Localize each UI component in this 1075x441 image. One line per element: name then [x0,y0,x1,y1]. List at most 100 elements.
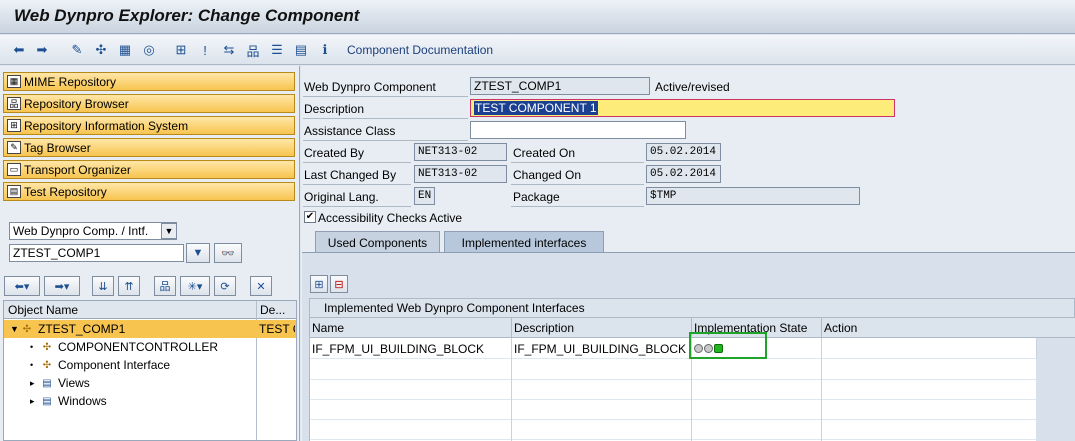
back-icon[interactable]: ⬅ [10,41,28,59]
highlight-box [689,332,767,359]
cell-interface-description: IF_FPM_UI_BUILDING_BLOCK [512,339,692,359]
created-on-value: 05.02.2014 [650,146,717,158]
row-line [310,419,1037,420]
next-object-button[interactable]: ➡▾ [44,276,80,296]
changed-on-value: 05.02.2014 [650,168,717,180]
chevron-down-icon[interactable]: ▼ [161,223,177,239]
tree-node-component[interactable]: ▼ ✣ ZTEST_COMP1 TEST C [4,320,296,338]
tree-node-component-interface[interactable]: • ✣ Component Interface [4,356,296,374]
hierarchy-up-button[interactable]: 品 [154,276,176,296]
tree-node-componentcontroller[interactable]: • ✣ COMPONENTCONTROLLER [4,338,296,356]
object-type-value: Web Dynpro Comp. / Intf. [13,224,149,238]
tree-node-label: Component Interface [58,358,171,372]
folder-icon: ▤ [42,377,52,389]
changed-on-field: 05.02.2014 [646,165,721,183]
nav-label: MIME Repository [24,74,117,89]
other-object-icon[interactable]: ⇆ [220,41,238,59]
info-system-icon: ⊞ [7,119,21,132]
col-name[interactable]: Name [310,318,512,338]
delete-interface-button[interactable]: ⊟ [330,275,348,293]
created-on-field: 05.02.2014 [646,143,721,161]
collapse-all-button[interactable]: ⇈ [118,276,140,296]
accessibility-label: Accessibility Checks Active [318,211,463,225]
tab-implemented-interfaces[interactable]: Implemented interfaces [444,231,604,253]
label-underline [303,206,411,207]
object-list-icon[interactable]: ▦ [116,41,134,59]
leaf-bullet: • [30,360,34,370]
last-changed-by-value: NET313-02 [418,168,478,180]
leaf-bullet: • [30,342,34,352]
add-interface-button[interactable]: ⊞ [310,275,328,293]
expand-all-button[interactable]: ⇊ [92,276,114,296]
nav-test-repository[interactable]: ▤ Test Repository [3,182,295,201]
window-icon[interactable]: ☰ [268,41,286,59]
accessibility-checkbox[interactable]: ✔ [304,211,316,223]
component-icon: ✣ [22,323,32,335]
nav-label: Test Repository [24,184,107,199]
previous-object-button[interactable]: ⬅▾ [4,276,40,296]
tree-node-label: COMPONENTCONTROLLER [58,340,219,354]
nav-tag-browser[interactable]: ✎ Tag Browser [3,138,295,157]
object-type-select[interactable]: Web Dynpro Comp. / Intf. [9,222,177,240]
nav-repository-info-system[interactable]: ⊞ Repository Information System [3,116,295,135]
enhance-icon[interactable]: ! [196,41,214,59]
cell-interface-name[interactable]: IF_FPM_UI_BUILDING_BLOCK [310,339,512,359]
tree-node-label: Views [58,376,90,390]
activate-icon[interactable]: ✣ [92,41,110,59]
nav-mime-repository[interactable]: ▦ MIME Repository [3,72,295,91]
component-label: Web Dynpro Component [304,80,436,94]
tree-node-views[interactable]: ▸ ▤ Views [4,374,296,392]
expand-toggle[interactable]: ▸ [30,378,40,389]
folder-icon: ▤ [42,395,52,407]
forward-icon[interactable]: ➡ [33,41,51,59]
last-changed-by-field: NET313-02 [414,165,507,183]
edit-icon[interactable]: ✎ [68,41,86,59]
expand-toggle[interactable]: ▼ [10,324,20,334]
object-name-input[interactable]: ZTEST_COMP1 [9,244,184,262]
transport-icon: ▭ [7,163,21,176]
cell-action[interactable] [822,339,1037,359]
row-line [310,399,1037,400]
last-changed-by-label: Last Changed By [304,168,397,182]
assistance-class-label: Assistance Class [304,124,396,138]
created-by-field: NET313-02 [414,143,507,161]
nav-label: Repository Information System [24,118,189,133]
browser-icon: 品 [7,97,21,110]
display-glasses-button[interactable]: 👓 [214,243,242,263]
component-field[interactable]: ZTEST_COMP1 [470,77,650,95]
label-underline [303,184,411,185]
display-navigation-icon[interactable]: ⊞ [172,41,190,59]
col-description: De... [260,303,286,317]
description-input[interactable]: TEST COMPONENT 1 [470,99,895,117]
package-label: Package [513,190,560,204]
close-icon[interactable]: ✕ [250,276,272,296]
component-documentation-button[interactable]: Component Documentation [347,43,493,57]
where-used-icon[interactable]: ◎ [140,41,158,59]
label-underline [511,162,644,163]
tree-node-label: ZTEST_COMP1 [38,322,126,336]
hierarchy-icon[interactable]: 品 [244,41,262,59]
tab-label: Used Components [327,235,428,250]
controller-icon: ✣ [42,341,52,353]
refresh-button[interactable]: ⟳ [214,276,236,296]
original-lang-label: Original Lang. [304,190,379,204]
assistance-class-input[interactable] [470,121,686,139]
original-lang-field: EN [414,187,435,205]
col-line [821,338,822,441]
context-menu-button[interactable]: ✳▾ [180,276,210,296]
row-line [310,439,1037,440]
col-action[interactable]: Action [822,318,1037,338]
nav-repository-browser[interactable]: 品 Repository Browser [3,94,295,113]
tree-node-label: Windows [58,394,107,408]
nav-transport-organizer[interactable]: ▭ Transport Organizer [3,160,295,179]
tree-node-windows[interactable]: ▸ ▤ Windows [4,392,296,410]
info-icon[interactable]: ℹ [316,41,334,59]
value-help-dropdown-button[interactable]: ▼ [186,243,210,263]
expand-toggle[interactable]: ▸ [30,396,40,407]
layout-icon[interactable]: ▤ [292,41,310,59]
component-value: ZTEST_COMP1 [474,79,562,93]
table-header-filler [1036,318,1075,338]
label-underline [511,206,644,207]
col-description[interactable]: Description [512,318,692,338]
tab-used-components[interactable]: Used Components [315,231,440,253]
